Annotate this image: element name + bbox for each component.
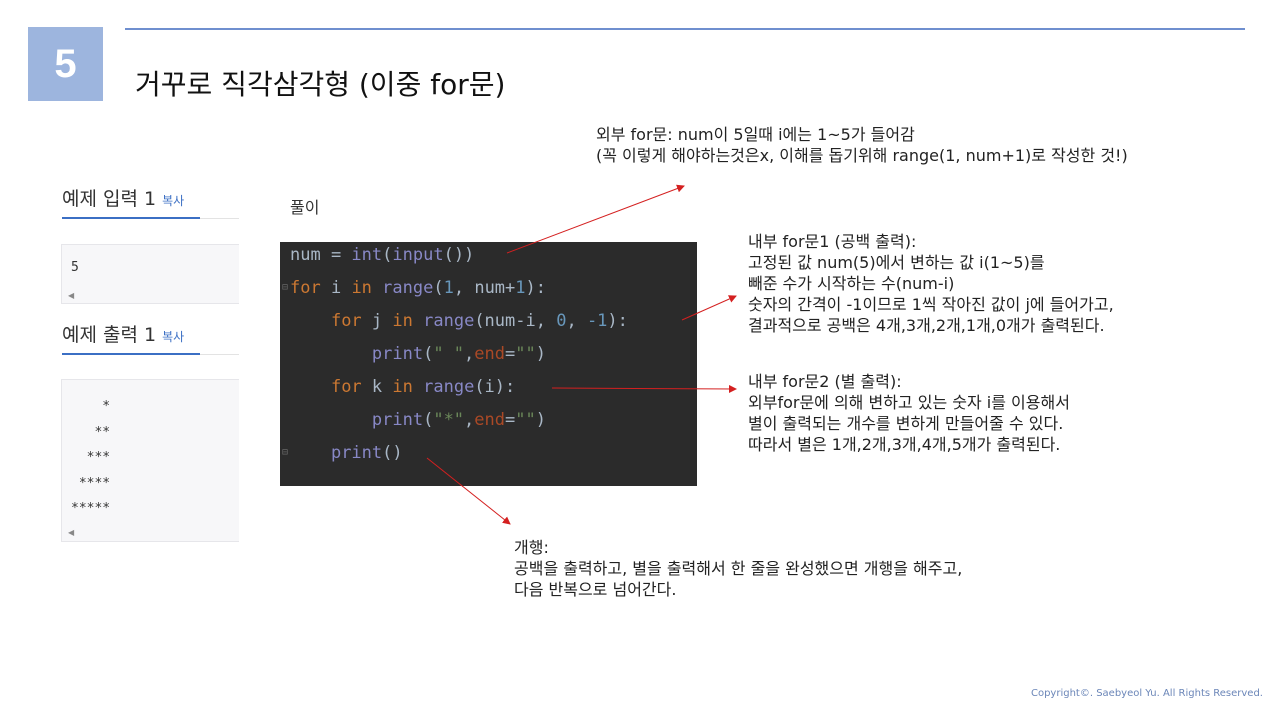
arrow-inner-loop1 [681,295,737,321]
copyright-footer: Copyright©. Saebyeol Yu. All Rights Rese… [1030,688,1263,699]
arrow-newline [426,457,511,525]
arrow-outer-loop [506,184,685,254]
arrow-inner-loop2 [551,384,737,393]
annotation-arrows [426,184,737,525]
